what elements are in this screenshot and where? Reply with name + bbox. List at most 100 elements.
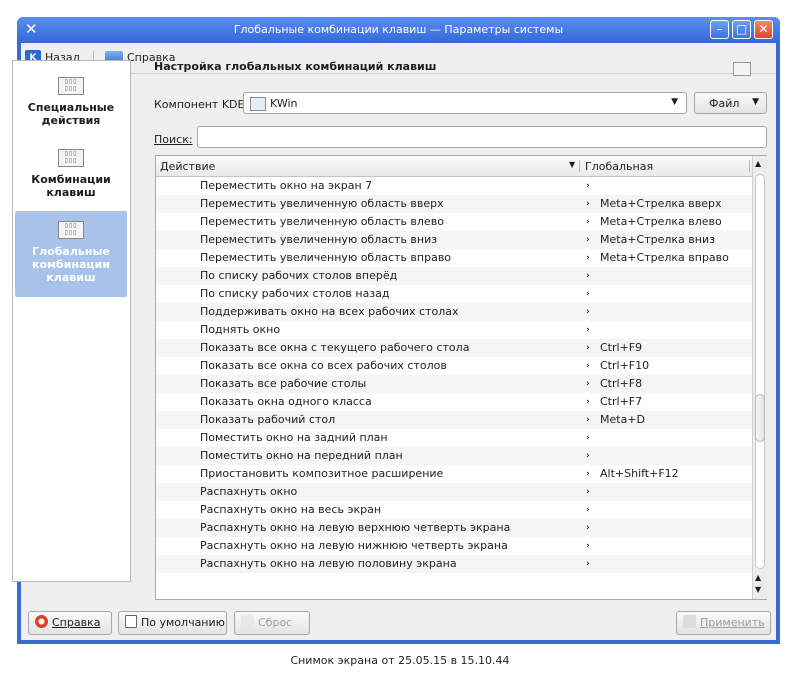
sidebar-item-special-actions[interactable]: ▯▯▯ ▯▯▯ Специальные действия bbox=[15, 77, 127, 137]
table-row[interactable]: Поднять окно › bbox=[156, 321, 752, 339]
chevron-right-icon[interactable]: › bbox=[586, 375, 590, 393]
chevron-right-icon[interactable]: › bbox=[586, 231, 590, 249]
chevron-right-icon[interactable]: › bbox=[586, 447, 590, 465]
lifebuoy-icon bbox=[35, 615, 48, 628]
table-row[interactable]: Поддерживать окно на всех рабочих столах… bbox=[156, 303, 752, 321]
chevron-right-icon[interactable]: › bbox=[586, 267, 590, 285]
chevron-right-icon[interactable]: › bbox=[586, 411, 590, 429]
chevron-right-icon[interactable]: › bbox=[586, 357, 590, 375]
global-shortcut[interactable]: Meta+Стрелка вниз bbox=[600, 231, 715, 249]
page-title: Настройка глобальных комбинаций клавиш bbox=[154, 60, 437, 73]
chevron-right-icon[interactable]: › bbox=[586, 213, 590, 231]
chevron-right-icon[interactable]: › bbox=[586, 321, 590, 339]
window-title: Глобальные комбинации клавиш — Параметры… bbox=[233, 23, 564, 36]
table-row[interactable]: Переместить окно на экран 7 › bbox=[156, 177, 752, 195]
chevron-right-icon[interactable]: › bbox=[586, 519, 590, 537]
scroll-up-icon[interactable]: ▲ bbox=[755, 159, 761, 168]
global-shortcut[interactable]: Meta+D bbox=[600, 411, 645, 429]
table-row[interactable]: Распахнуть окно › bbox=[156, 483, 752, 501]
scroll-down-icon[interactable]: ▼ bbox=[755, 585, 761, 594]
action-name: Распахнуть окно на весь экран bbox=[200, 503, 382, 516]
screenshot-caption: Снимок экрана от 25.05.15 в 15.10.44 bbox=[290, 654, 510, 667]
close-button[interactable]: ✕ bbox=[754, 20, 773, 39]
scroll-up-icon[interactable]: ▲ bbox=[755, 573, 761, 582]
global-shortcut[interactable]: Meta+Стрелка влево bbox=[600, 213, 722, 231]
scrollbar-track[interactable] bbox=[755, 174, 765, 569]
maximize-button[interactable]: □ bbox=[732, 20, 751, 39]
chevron-right-icon[interactable]: › bbox=[586, 303, 590, 321]
global-shortcut[interactable]: Ctrl+F7 bbox=[600, 393, 642, 411]
chevron-right-icon[interactable]: › bbox=[586, 501, 590, 519]
keyboard-icon: ▯▯▯ ▯▯▯ bbox=[58, 221, 84, 239]
chevron-right-icon[interactable]: › bbox=[586, 177, 590, 195]
chevron-right-icon[interactable]: › bbox=[586, 339, 590, 357]
global-shortcut[interactable]: Alt+Shift+F12 bbox=[600, 465, 679, 483]
chevron-right-icon[interactable]: › bbox=[586, 465, 590, 483]
table-row[interactable]: Распахнуть окно на весь экран › bbox=[156, 501, 752, 519]
chevron-down-icon: ▼ bbox=[752, 97, 759, 107]
help-button[interactable]: Справка bbox=[28, 611, 112, 635]
column-header-action[interactable]: Действие bbox=[160, 160, 215, 173]
chevron-right-icon[interactable]: › bbox=[586, 537, 590, 555]
table-row[interactable]: По списку рабочих столов вперёд › bbox=[156, 267, 752, 285]
column-header-global[interactable]: Глобальная bbox=[585, 160, 653, 173]
table-row[interactable]: Распахнуть окно на левую верхнюю четверт… bbox=[156, 519, 752, 537]
sidebar-item-label: Глобальные комбинации клавиш bbox=[32, 245, 110, 284]
table-row[interactable]: Переместить увеличенную область вверх › Me… bbox=[156, 195, 752, 213]
table-body: Переместить окно на экран 7 › Переместить … bbox=[156, 177, 752, 573]
chevron-down-icon: ▼ bbox=[671, 97, 678, 107]
apply-button[interactable]: Применить bbox=[676, 611, 771, 635]
action-name: Поддерживать окно на всех рабочих столах bbox=[200, 305, 459, 318]
table-row[interactable]: Показать все окна со всех рабочих столов… bbox=[156, 357, 752, 375]
global-shortcut[interactable]: Meta+Стрелка вверх bbox=[600, 195, 722, 213]
table-row[interactable]: Показать все рабочие столы › Ctrl+F8 bbox=[156, 375, 752, 393]
title-bar[interactable]: ✕ Глобальные комбинации клавиш — Парамет… bbox=[17, 17, 780, 43]
apply-button-label: Применить bbox=[700, 616, 765, 629]
table-row[interactable]: Переместить увеличенную область влево › Me… bbox=[156, 213, 752, 231]
action-name: Распахнуть окно на левую половину экрана bbox=[200, 557, 457, 570]
chevron-right-icon[interactable]: › bbox=[586, 249, 590, 267]
global-shortcut[interactable]: Ctrl+F10 bbox=[600, 357, 649, 375]
action-name: Показать все окна с текущего рабочего ст… bbox=[200, 341, 470, 354]
action-name: Показать все окна со всех рабочих столов bbox=[200, 359, 447, 372]
column-separator[interactable] bbox=[749, 160, 750, 172]
table-row[interactable]: Показать рабочий стол › Meta+D bbox=[156, 411, 752, 429]
table-row[interactable]: По списку рабочих столов назад › bbox=[156, 285, 752, 303]
keyboard-icon: ▯▯▯ ▯▯▯ bbox=[58, 149, 84, 167]
global-shortcut[interactable]: Meta+Стрелка вправо bbox=[600, 249, 729, 267]
global-shortcut[interactable]: Ctrl+F8 bbox=[600, 375, 642, 393]
chevron-right-icon[interactable]: › bbox=[586, 393, 590, 411]
scrollbar-thumb[interactable] bbox=[755, 394, 765, 442]
keyboard-icon bbox=[733, 62, 751, 76]
table-row[interactable]: Поместить окно на передний план › bbox=[156, 447, 752, 465]
chevron-right-icon[interactable]: › bbox=[586, 429, 590, 447]
chevron-right-icon[interactable]: › bbox=[586, 483, 590, 501]
file-menu-button[interactable]: Файл ▼ bbox=[694, 92, 767, 114]
component-select[interactable]: KWin ▼ bbox=[243, 92, 687, 114]
table-row[interactable]: Распахнуть окно на левую нижнюю четверть… bbox=[156, 537, 752, 555]
table-row[interactable]: Приостановить композитное расширение › Alt… bbox=[156, 465, 752, 483]
shortcuts-table: Действие ▼ Глобальная Переместить окно н… bbox=[155, 155, 767, 600]
sidebar-item-global-shortcuts[interactable]: ▯▯▯ ▯▯▯ Глобальные комбинации клавиш bbox=[15, 211, 127, 297]
keyboard-icon: ▯▯▯ ▯▯▯ bbox=[58, 77, 84, 95]
table-row[interactable]: Переместить увеличенную область вправо › M… bbox=[156, 249, 752, 267]
table-row[interactable]: Показать окна одного класса › Ctrl+F7 bbox=[156, 393, 752, 411]
column-separator[interactable] bbox=[579, 160, 580, 172]
table-row[interactable]: Показать все окна с текущего рабочего ст… bbox=[156, 339, 752, 357]
global-shortcut[interactable]: Ctrl+F9 bbox=[600, 339, 642, 357]
table-row[interactable]: Распахнуть окно на левую половину экрана… bbox=[156, 555, 752, 573]
minimize-button[interactable]: – bbox=[710, 20, 729, 39]
table-row[interactable]: Поместить окно на задний план › bbox=[156, 429, 752, 447]
defaults-button[interactable]: По умолчанию bbox=[118, 611, 227, 635]
sidebar-item-shortcuts[interactable]: ▯▯▯ ▯▯▯ Комбинации клавиш bbox=[15, 149, 127, 209]
reset-button[interactable]: Сброс bbox=[234, 611, 310, 635]
table-header: Действие ▼ Глобальная bbox=[156, 156, 752, 177]
sidebar-item-label: Комбинации клавиш bbox=[31, 173, 111, 199]
chevron-right-icon[interactable]: › bbox=[586, 555, 590, 573]
search-input[interactable] bbox=[197, 126, 767, 148]
chevron-right-icon[interactable]: › bbox=[586, 285, 590, 303]
chevron-right-icon[interactable]: › bbox=[586, 195, 590, 213]
table-row[interactable]: Переместить увеличенную область вниз › Met… bbox=[156, 231, 752, 249]
action-name: Приостановить композитное расширение bbox=[200, 467, 444, 480]
vertical-scrollbar[interactable]: ▲ ▲ ▼ bbox=[752, 156, 767, 599]
